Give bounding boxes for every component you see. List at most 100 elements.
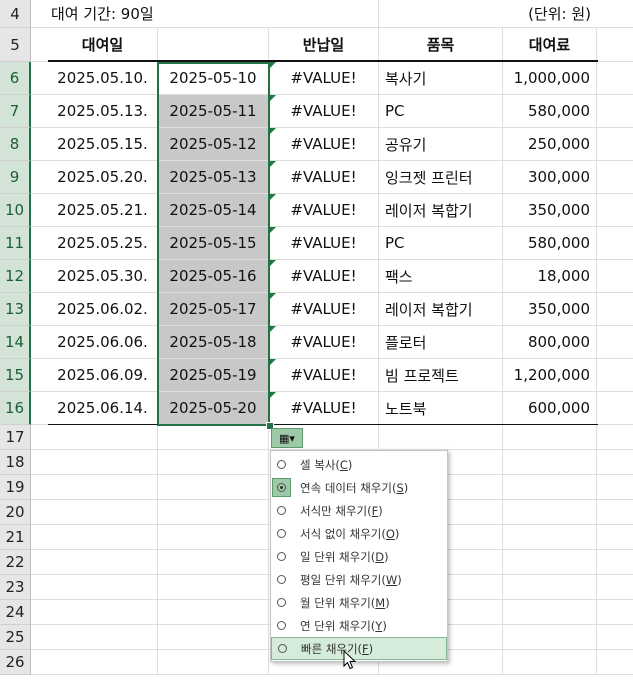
autofill-menu-item[interactable]: 빠른 채우기(F) [271, 637, 447, 660]
error-indicator-icon[interactable] [270, 392, 276, 398]
loan-date-cell[interactable]: 2025.06.06. [48, 326, 158, 359]
empty-cell[interactable] [597, 650, 633, 675]
empty-cell[interactable] [48, 500, 158, 525]
error-indicator-icon[interactable] [270, 293, 276, 299]
error-indicator-icon[interactable] [270, 260, 276, 266]
cell-f4[interactable] [597, 0, 633, 28]
empty-cell[interactable] [597, 600, 633, 625]
return-date-cell[interactable]: #VALUE! [269, 293, 379, 326]
filled-date-cell[interactable]: 2025-05-18 [158, 326, 269, 359]
row-header-6[interactable]: 6 [0, 62, 31, 95]
empty-cell[interactable] [48, 600, 158, 625]
error-indicator-icon[interactable] [270, 359, 276, 365]
autofill-menu-item[interactable]: 연 단위 채우기(Y) [271, 614, 447, 637]
error-indicator-icon[interactable] [270, 194, 276, 200]
empty-cell[interactable] [503, 500, 597, 525]
cell-g[interactable] [597, 326, 633, 359]
fee-cell[interactable]: 1,000,000 [503, 62, 597, 95]
filled-date-cell[interactable]: 2025-05-12 [158, 128, 269, 161]
loan-date-cell[interactable]: 2025.05.25. [48, 227, 158, 260]
row-header-13[interactable]: 13 [0, 293, 31, 326]
empty-cell[interactable] [158, 575, 269, 600]
fee-cell[interactable]: 250,000 [503, 128, 597, 161]
error-indicator-icon[interactable] [270, 227, 276, 233]
cell-g[interactable] [597, 392, 633, 425]
cell-g[interactable] [597, 194, 633, 227]
loan-date-cell[interactable]: 2025.05.10. [48, 62, 158, 95]
empty-cell[interactable] [597, 475, 633, 500]
empty-cell[interactable] [48, 650, 158, 675]
row-header-17[interactable]: 17 [0, 425, 31, 450]
filled-date-cell[interactable]: 2025-05-20 [158, 392, 269, 425]
empty-cell[interactable] [158, 450, 269, 475]
row-header-10[interactable]: 10 [0, 194, 31, 227]
return-date-cell[interactable]: #VALUE! [269, 359, 379, 392]
fee-cell[interactable]: 580,000 [503, 227, 597, 260]
empty-cell[interactable] [503, 450, 597, 475]
return-date-cell[interactable]: #VALUE! [269, 326, 379, 359]
error-indicator-icon[interactable] [270, 62, 276, 68]
header-item[interactable]: 품목 [379, 28, 503, 62]
loan-date-cell[interactable]: 2025.06.09. [48, 359, 158, 392]
return-date-cell[interactable]: #VALUE! [269, 95, 379, 128]
loan-period-cell[interactable]: 대여 기간: 90일 [31, 0, 269, 28]
empty-cell[interactable] [597, 525, 633, 550]
empty-cell[interactable] [158, 525, 269, 550]
autofill-options-button[interactable]: ▦▾ [271, 428, 303, 448]
empty-cell[interactable] [503, 525, 597, 550]
empty-cell[interactable] [48, 625, 158, 650]
loan-date-cell[interactable]: 2025.06.02. [48, 293, 158, 326]
filled-date-cell[interactable]: 2025-05-11 [158, 95, 269, 128]
empty-cell[interactable] [597, 625, 633, 650]
row-header-9[interactable]: 9 [0, 161, 31, 194]
cell-g[interactable] [597, 293, 633, 326]
loan-date-cell[interactable]: 2025.05.21. [48, 194, 158, 227]
filled-date-cell[interactable]: 2025-05-13 [158, 161, 269, 194]
cell-g[interactable] [597, 161, 633, 194]
empty-cell[interactable] [379, 425, 503, 450]
return-date-cell[interactable]: #VALUE! [269, 62, 379, 95]
autofill-menu-item[interactable]: 평일 단위 채우기(W) [271, 568, 447, 591]
item-cell[interactable]: 팩스 [379, 260, 503, 293]
return-date-cell[interactable]: #VALUE! [269, 227, 379, 260]
row-header-11[interactable]: 11 [0, 227, 31, 260]
autofill-menu-item[interactable]: 연속 데이터 채우기(S) [271, 476, 447, 499]
filled-date-cell[interactable]: 2025-05-10 [158, 62, 269, 95]
empty-cell[interactable] [158, 425, 269, 450]
empty-cell[interactable] [48, 575, 158, 600]
return-date-cell[interactable]: #VALUE! [269, 194, 379, 227]
empty-cell[interactable] [597, 550, 633, 575]
return-date-cell[interactable]: #VALUE! [269, 392, 379, 425]
cell-g[interactable] [597, 128, 633, 161]
empty-cell[interactable] [503, 650, 597, 675]
item-cell[interactable]: 노트북 [379, 392, 503, 425]
row-header-22[interactable]: 22 [0, 550, 31, 575]
filled-date-cell[interactable]: 2025-05-14 [158, 194, 269, 227]
empty-cell[interactable] [597, 450, 633, 475]
return-date-cell[interactable]: #VALUE! [269, 128, 379, 161]
empty-cell[interactable] [48, 550, 158, 575]
return-date-cell[interactable]: #VALUE! [269, 161, 379, 194]
fee-cell[interactable]: 580,000 [503, 95, 597, 128]
loan-date-cell[interactable]: 2025.06.14. [48, 392, 158, 425]
row-header-24[interactable]: 24 [0, 600, 31, 625]
cell-g[interactable] [597, 359, 633, 392]
autofill-menu-item[interactable]: 서식 없이 채우기(O) [271, 522, 447, 545]
row-header-4[interactable]: 4 [0, 0, 31, 28]
row-header-26[interactable]: 26 [0, 650, 31, 675]
item-cell[interactable]: PC [379, 95, 503, 128]
row-header-12[interactable]: 12 [0, 260, 31, 293]
autofill-menu-item[interactable]: 서식만 채우기(F) [271, 499, 447, 522]
error-indicator-icon[interactable] [270, 161, 276, 167]
header-return-date[interactable]: 반납일 [269, 28, 379, 62]
fee-cell[interactable]: 600,000 [503, 392, 597, 425]
cell-g5[interactable] [597, 28, 633, 62]
empty-cell[interactable] [48, 525, 158, 550]
empty-cell[interactable] [597, 500, 633, 525]
fee-cell[interactable]: 800,000 [503, 326, 597, 359]
loan-date-cell[interactable]: 2025.05.30. [48, 260, 158, 293]
empty-cell[interactable] [503, 600, 597, 625]
empty-cell[interactable] [158, 600, 269, 625]
empty-cell[interactable] [158, 475, 269, 500]
header-fee[interactable]: 대여료 [503, 28, 597, 62]
